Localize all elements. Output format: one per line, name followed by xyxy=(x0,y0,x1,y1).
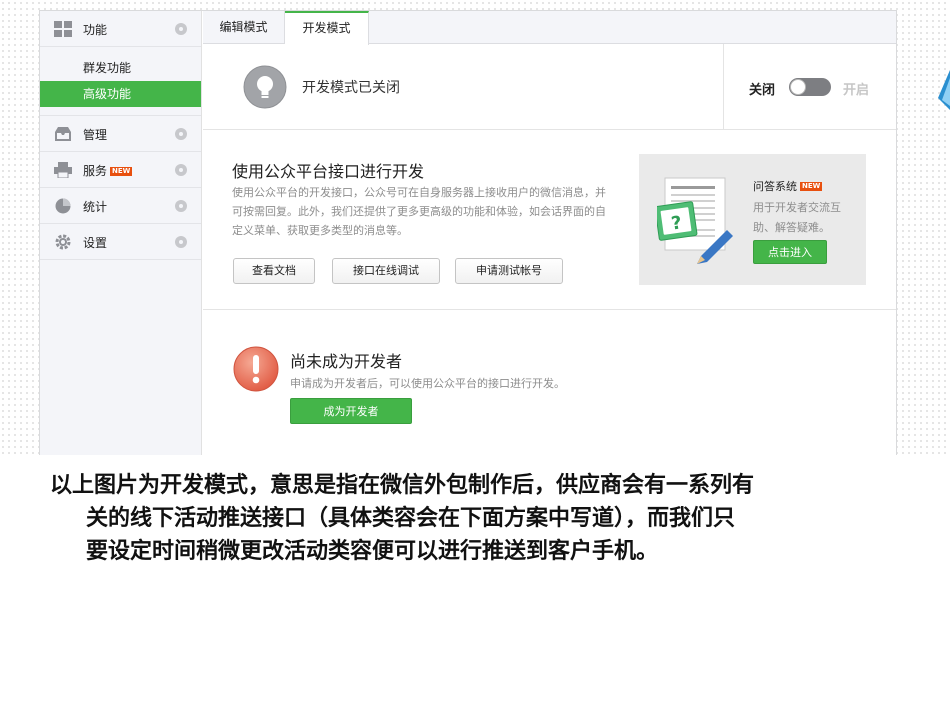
mode-tabs: 编辑模式 开发模式 xyxy=(203,11,896,45)
tab-edit-mode[interactable]: 编辑模式 xyxy=(203,11,285,44)
view-docs-button[interactable]: 查看文档 xyxy=(233,258,315,284)
become-developer-section: 尚未成为开发者 申请成为开发者后，可以使用公众平台的接口进行开发。 成为开发者 xyxy=(203,310,896,455)
grid-icon xyxy=(54,21,72,37)
new-badge: NEW xyxy=(110,167,133,176)
tab-dev-mode[interactable]: 开发模式 xyxy=(285,11,369,45)
sidebar: 功能 群发功能 高级功能 管理 服务 NEW 统计 设置 xyxy=(40,11,202,455)
caption-line-1: 以上图片为开发模式，意思是指在微信外包制作后，供应商会有一系列有 xyxy=(50,473,755,498)
developer-status-title: 尚未成为开发者 xyxy=(290,352,403,371)
enter-qa-button[interactable]: 点击进入 xyxy=(753,240,827,264)
sidebar-group-manage[interactable]: 管理 xyxy=(40,116,201,152)
caption-line-2: 关的线下活动推送接口（具体类容会在下面方案中写道），而我们只 xyxy=(86,506,736,531)
sidebar-group-stats[interactable]: 统计 xyxy=(40,188,201,224)
qa-system-card: ? 问答系统 NEW 用于开发者交流互助、解答疑难。 点击进入 xyxy=(639,154,866,285)
expand-toggle-icon[interactable] xyxy=(175,236,187,248)
exclamation-icon xyxy=(233,346,279,392)
sidebar-group-label: 设置 xyxy=(83,236,108,250)
inbox-icon xyxy=(55,127,71,141)
sidebar-group-label: 统计 xyxy=(83,200,108,214)
dev-mode-status-row: 开发模式已关闭 关闭 开启 xyxy=(203,44,896,130)
qa-title: 问答系统 NEW xyxy=(753,180,823,193)
dev-mode-status-text: 开发模式已关闭 xyxy=(302,80,400,96)
sidebar-group-function[interactable]: 功能 xyxy=(40,11,201,47)
apply-test-account-button[interactable]: 申请测试帐号 xyxy=(455,258,563,284)
developer-status-description: 申请成为开发者后，可以使用公众平台的接口进行开发。 xyxy=(290,377,565,390)
section-description: 使用公众平台的开发接口，公众号可在自身服务器上接收用户的微信消息，并可按需回复。… xyxy=(232,186,606,237)
caption-line-3: 要设定时间稍微更改活动类容便可以进行推送到客户手机。 xyxy=(86,539,659,564)
gear-icon xyxy=(55,234,71,250)
sidebar-item-mass-send[interactable]: 群发功能 xyxy=(40,55,201,81)
sidebar-group-label: 服务 NEW xyxy=(83,164,133,178)
printer-icon xyxy=(54,162,72,178)
become-developer-button[interactable]: 成为开发者 xyxy=(290,398,412,424)
toggle-off-label: 关闭 xyxy=(749,83,776,98)
divider xyxy=(723,44,724,130)
sidebar-group-settings[interactable]: 设置 xyxy=(40,224,201,260)
lightbulb-icon xyxy=(243,65,287,109)
expand-toggle-icon[interactable] xyxy=(175,200,187,212)
dev-mode-toggle[interactable] xyxy=(789,78,831,96)
sidebar-group-label: 管理 xyxy=(83,128,108,142)
section-title: 使用公众平台接口进行开发 xyxy=(232,162,425,181)
slide-caption: 以上图片为开发模式，意思是指在微信外包制作后，供应商会有一系列有 关的线下活动推… xyxy=(50,469,920,568)
main-content: 编辑模式 开发模式 开发模式已关闭 关闭 开启 使用公众平台接口进行开发 使用公… xyxy=(203,11,896,455)
sidebar-group-service[interactable]: 服务 NEW xyxy=(40,152,201,188)
wechat-admin-screenshot: 功能 群发功能 高级功能 管理 服务 NEW 统计 设置 编辑模式 开发模式 开… xyxy=(39,10,897,455)
corner-decoration xyxy=(938,70,950,110)
expand-toggle-icon[interactable] xyxy=(175,164,187,176)
expand-toggle-icon[interactable] xyxy=(175,128,187,140)
pie-chart-icon xyxy=(55,198,71,214)
qa-document-illustration: ? xyxy=(657,177,733,264)
toggle-on-label: 开启 xyxy=(843,83,870,98)
qa-description: 用于开发者交流互助、解答疑难。 xyxy=(753,201,841,234)
api-dev-section: 使用公众平台接口进行开发 使用公众平台的开发接口，公众号可在自身服务器上接收用户… xyxy=(203,130,896,310)
expand-toggle-icon[interactable] xyxy=(175,23,187,35)
api-debug-button[interactable]: 接口在线调试 xyxy=(332,258,440,284)
sidebar-item-advanced[interactable]: 高级功能 xyxy=(40,81,201,107)
new-badge: NEW xyxy=(800,182,823,191)
sidebar-group-label: 功能 xyxy=(83,23,108,37)
sidebar-subnav: 群发功能 高级功能 xyxy=(40,47,201,116)
